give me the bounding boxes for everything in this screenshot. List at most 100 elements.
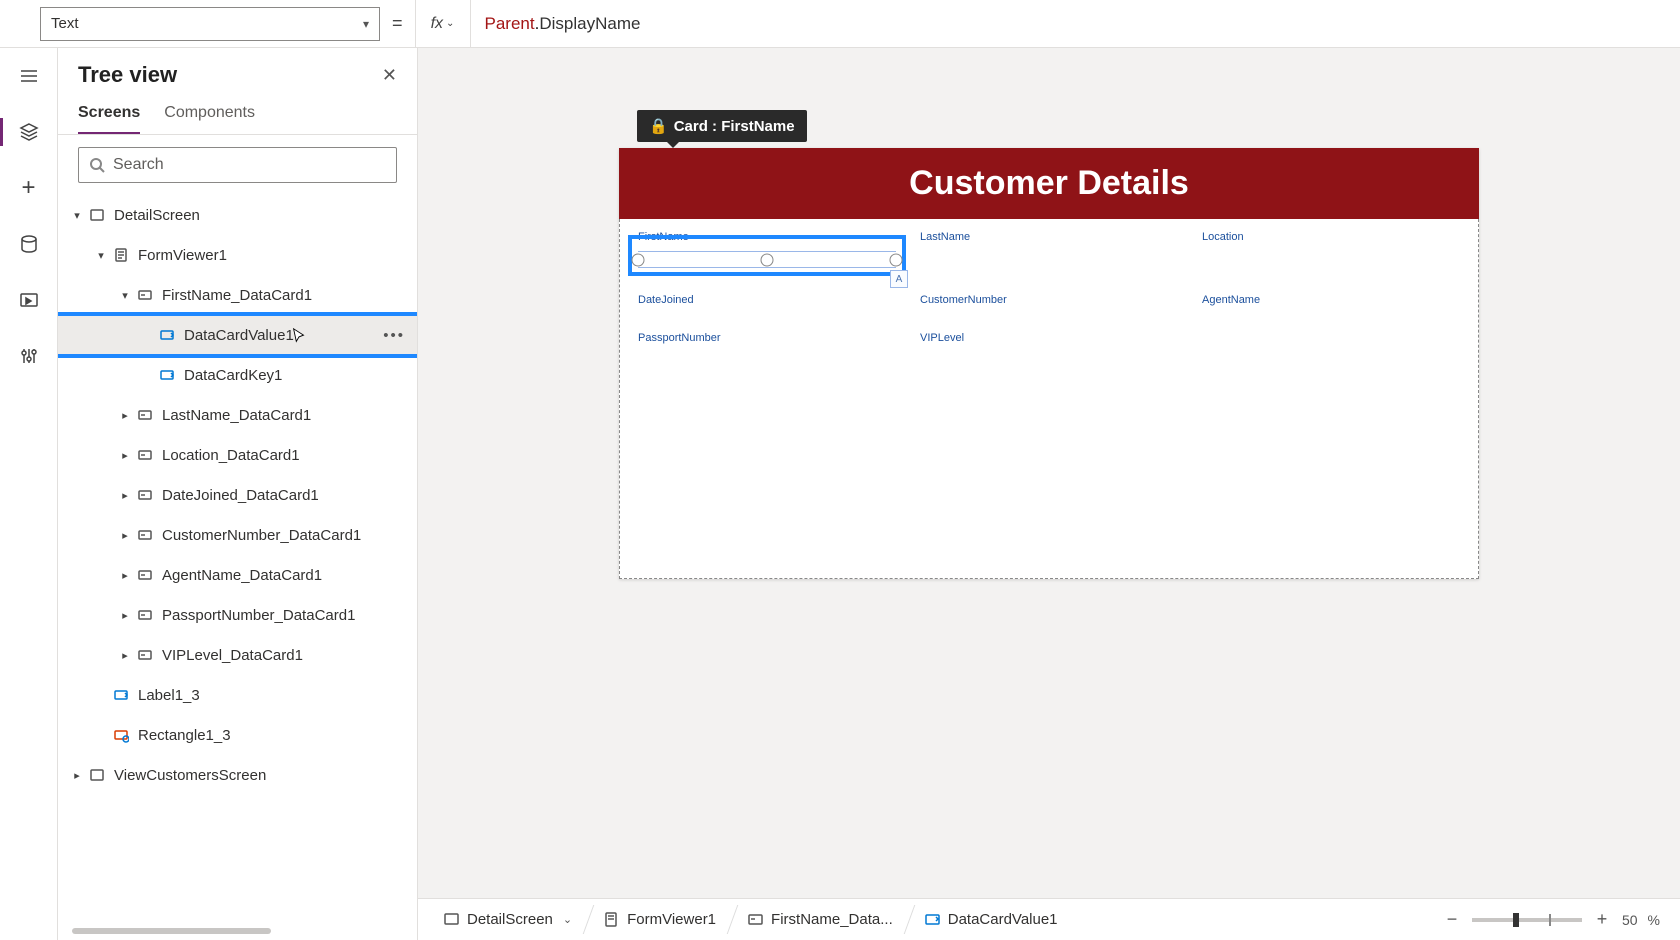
screen-icon xyxy=(88,206,106,224)
crumb-detailscreen[interactable]: DetailScreen ⌄ xyxy=(428,899,588,940)
tree-item-customernumber-card[interactable]: ▸ CustomerNumber_DataCard1 xyxy=(58,515,417,555)
tree-item-passportnumber-card[interactable]: ▸ PassportNumber_DataCard1 xyxy=(58,595,417,635)
formula-token-prop: DisplayName xyxy=(539,14,640,34)
form-icon xyxy=(604,912,619,927)
tree-item-label: DateJoined_DataCard1 xyxy=(162,487,319,504)
tree-item-label13[interactable]: Label1_3 xyxy=(58,675,417,715)
property-dropdown-label: Text xyxy=(51,15,79,32)
property-dropdown[interactable]: Text ▾ xyxy=(40,7,380,41)
chevron-right-icon: ▸ xyxy=(118,649,132,662)
slider-tick xyxy=(1549,914,1551,926)
crumb-label: FirstName_Data... xyxy=(771,911,893,928)
field-agentname[interactable]: AgentName xyxy=(1194,288,1468,320)
field-customernumber[interactable]: CustomerNumber xyxy=(912,288,1186,320)
top-bar: Text ▾ = fx ⌄ Parent.DisplayName xyxy=(0,0,1680,48)
field-label: PassportNumber xyxy=(638,332,896,344)
label-icon xyxy=(158,326,176,344)
crumb-label: DetailScreen xyxy=(467,911,553,928)
tree-item-viewcustomers[interactable]: ▸ ViewCustomersScreen xyxy=(58,755,417,795)
resize-handle[interactable] xyxy=(890,253,903,266)
tree-item-agentname-card[interactable]: ▸ AgentName_DataCard1 xyxy=(58,555,417,595)
field-datejoined[interactable]: DateJoined xyxy=(630,288,904,320)
slider-thumb[interactable] xyxy=(1513,913,1519,927)
selection-tag-label: Card : FirstName xyxy=(674,118,795,135)
fx-button[interactable]: fx ⌄ xyxy=(415,0,471,48)
settings-button[interactable] xyxy=(11,338,47,374)
chevron-right-icon: ▸ xyxy=(118,609,132,622)
crumb-firstnamecard[interactable]: FirstName_Data... xyxy=(732,899,909,940)
left-rail: + xyxy=(0,48,58,940)
chevron-right-icon: ▸ xyxy=(70,769,84,782)
tree-item-label: PassportNumber_DataCard1 xyxy=(162,607,355,624)
tree-item-detailscreen[interactable]: ▾ DetailScreen xyxy=(58,195,417,235)
formula-token-parent: Parent xyxy=(485,14,535,34)
zoom-percent: % xyxy=(1648,912,1660,928)
crumb-datacardvalue[interactable]: DataCardValue1 xyxy=(909,899,1074,940)
field-lastname[interactable]: LastName xyxy=(912,225,1186,282)
formula-bar[interactable]: Parent.DisplayName xyxy=(471,0,1680,48)
horizontal-scrollbar[interactable] xyxy=(72,926,403,936)
tree-item-datacardkey[interactable]: DataCardKey1 xyxy=(58,355,417,395)
crumb-formviewer[interactable]: FormViewer1 xyxy=(588,899,732,940)
equals-label: = xyxy=(392,13,403,34)
tree-item-label: FormViewer1 xyxy=(138,247,227,264)
tab-components[interactable]: Components xyxy=(164,96,255,134)
datacard-icon xyxy=(136,286,154,304)
field-label: Location xyxy=(1202,231,1460,243)
field-viplevel[interactable]: VIPLevel xyxy=(912,326,1186,358)
crumb-label: DataCardValue1 xyxy=(948,911,1058,928)
more-button[interactable]: ••• xyxy=(383,327,405,344)
tree-view-button[interactable] xyxy=(11,114,47,150)
sliders-icon xyxy=(19,346,39,366)
tree-item-lastname-card[interactable]: ▸ LastName_DataCard1 xyxy=(58,395,417,435)
selected-control[interactable] xyxy=(638,251,896,268)
search-input[interactable]: Search xyxy=(78,147,397,183)
tree-panel: Tree view ✕ Screens Components Search ▾ … xyxy=(58,48,418,940)
field-label: AgentName xyxy=(1202,294,1460,306)
crumb-label: FormViewer1 xyxy=(627,911,716,928)
plus-icon: + xyxy=(21,174,35,202)
field-passportnumber[interactable]: PassportNumber xyxy=(630,326,904,358)
tree-item-label: Label1_3 xyxy=(138,687,200,704)
chevron-down-icon: ▾ xyxy=(94,249,108,262)
chevron-right-icon: ▸ xyxy=(118,529,132,542)
tab-screens[interactable]: Screens xyxy=(78,96,140,134)
tree-item-location-card[interactable]: ▸ Location_DataCard1 xyxy=(58,435,417,475)
selection-tag: 🔒 Card : FirstName xyxy=(637,110,807,142)
tree-item-firstname-card[interactable]: ▾ FirstName_DataCard1 xyxy=(58,275,417,315)
tree-item-rectangle13[interactable]: Rectangle1_3 xyxy=(58,715,417,755)
search-icon xyxy=(89,157,105,173)
tree-scroll[interactable]: ▾ DetailScreen ▾ FormViewer1 ▾ FirstName… xyxy=(58,195,417,924)
data-button[interactable] xyxy=(11,226,47,262)
tree-item-label: DataCardValue1 xyxy=(184,327,294,344)
rectangle-icon xyxy=(112,726,130,744)
field-value-firstname[interactable] xyxy=(638,251,896,268)
layers-icon xyxy=(19,122,39,142)
close-tree-button[interactable]: ✕ xyxy=(382,65,397,86)
datacard-icon xyxy=(136,486,154,504)
chevron-down-icon: ⌄ xyxy=(446,18,454,29)
resize-handle[interactable] xyxy=(632,253,645,266)
tree-item-label: DataCardKey1 xyxy=(184,367,282,384)
datacard-icon xyxy=(748,912,763,927)
field-location[interactable]: Location xyxy=(1194,225,1468,282)
tree-item-datejoined-card[interactable]: ▸ DateJoined_DataCard1 xyxy=(58,475,417,515)
resize-handle[interactable] xyxy=(761,253,774,266)
tree-item-viplevel-card[interactable]: ▸ VIPLevel_DataCard1 xyxy=(58,635,417,675)
zoom-out-button[interactable]: − xyxy=(1442,909,1462,930)
tree-item-formviewer[interactable]: ▾ FormViewer1 xyxy=(58,235,417,275)
hamburger-button[interactable] xyxy=(11,58,47,94)
zoom-in-button[interactable]: + xyxy=(1592,909,1612,930)
media-button[interactable] xyxy=(11,282,47,318)
chevron-right-icon: ▸ xyxy=(118,409,132,422)
screen-title: Customer Details xyxy=(909,164,1189,202)
tree-item-label: Location_DataCard1 xyxy=(162,447,300,464)
field-label: DateJoined xyxy=(638,294,896,306)
field-firstname[interactable]: FirstName A xyxy=(630,225,904,282)
chevron-right-icon: ▸ xyxy=(118,449,132,462)
zoom-slider[interactable] xyxy=(1472,918,1582,922)
insert-button[interactable]: + xyxy=(11,170,47,206)
field-empty xyxy=(1194,326,1468,358)
screen-preview[interactable]: 🔒 Card : FirstName Customer Details Firs… xyxy=(619,148,1479,579)
tree-item-datacardvalue[interactable]: DataCardValue1 ••• xyxy=(58,315,417,355)
